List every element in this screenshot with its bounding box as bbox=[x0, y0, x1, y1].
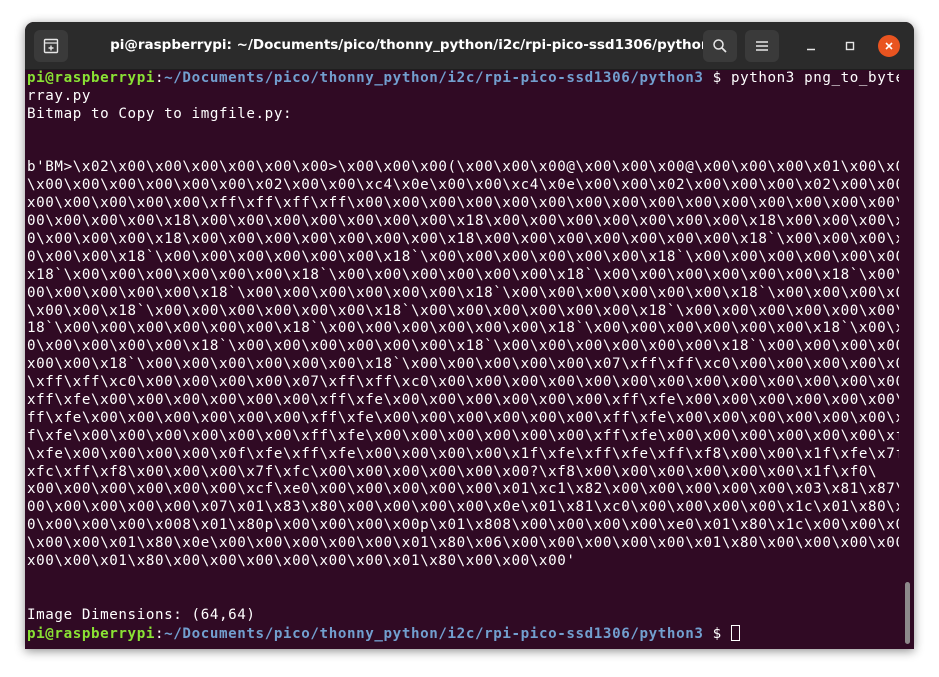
prompt-dollar: $ bbox=[703, 70, 731, 86]
title-bar[interactable]: pi@raspberrypi: ~/Documents/pico/thonny_… bbox=[25, 22, 914, 70]
output-line: 0\x00\x00\x00\x008\x01\x80p\x00\x00\x00\… bbox=[27, 517, 899, 534]
terminal-output[interactable]: pi@raspberrypi:~/Documents/pico/thonny_p… bbox=[27, 70, 899, 649]
output-line: b'BM>\x02\x00\x00\x00\x00\x00\x00>\x00\x… bbox=[27, 159, 899, 176]
hamburger-menu-icon bbox=[756, 41, 768, 51]
output-line: x00\x00\x00\x00\x00\xff\xff\xff\xff\x00\… bbox=[27, 195, 899, 212]
new-tab-icon bbox=[43, 38, 59, 54]
output-line: \x00\x00\x00\x00\x00\x00\x02\x00\x00\xc4… bbox=[27, 177, 899, 194]
close-icon bbox=[885, 42, 893, 50]
output-line: x00\x00\x01\x80\x00\x00\x00\x00\x00\x00\… bbox=[27, 553, 576, 570]
output-line: \xff\xff\xc0\x00\x00\x00\x00\x07\xff\xff… bbox=[27, 374, 899, 391]
new-tab-button[interactable] bbox=[34, 30, 68, 62]
output-line: 00\x00\x00\x00\x18\x00\x00\x00\x00\x00\x… bbox=[27, 213, 899, 230]
close-button[interactable] bbox=[878, 35, 900, 57]
output-line: \xfe\x00\x00\x00\x00\x0f\xfe\xff\xfe\x00… bbox=[27, 445, 899, 462]
output-line: ff\xfe\x00\x00\x00\x00\x00\x00\xff\xfe\x… bbox=[27, 409, 899, 426]
output-line: xfc\xff\xf8\x00\x00\x00\x7f\xfc\x00\x00\… bbox=[27, 463, 878, 480]
window-title: pi@raspberrypi: ~/Documents/pico/thonny_… bbox=[110, 37, 720, 53]
output-line: 0\x00\x00\x00\x00\x18`\x00\x00\x00\x00\x… bbox=[27, 338, 899, 355]
minimize-button[interactable] bbox=[800, 35, 822, 57]
prompt-line-1: pi@raspberrypi:~/Documents/pico/thonny_p… bbox=[27, 70, 899, 88]
search-button[interactable] bbox=[703, 30, 737, 62]
typed-command: python3 png_to_bytea bbox=[730, 70, 899, 86]
text-cursor[interactable] bbox=[730, 624, 740, 641]
output-line: \x00\x00\x01\x80\x0e\x00\x00\x00\x00\x00… bbox=[27, 535, 899, 552]
output-line: x18`\x00\x00\x00\x00\x00\x00\x18`\x00\x0… bbox=[27, 266, 899, 283]
image-dimensions-line: Image Dimensions: (64,64) bbox=[27, 606, 256, 623]
prompt-line-2: pi@raspberrypi:~/Documents/pico/thonny_p… bbox=[27, 624, 899, 643]
prompt-user: pi@raspberrypi bbox=[27, 625, 155, 642]
maximize-button[interactable] bbox=[839, 35, 861, 57]
output-line: f\xfe\x00\x00\x00\x00\x00\x00\xff\xfe\x0… bbox=[27, 427, 899, 444]
bitmap-label: Bitmap to Copy to imgfile.py: bbox=[27, 105, 293, 122]
menu-button[interactable] bbox=[745, 30, 779, 62]
output-line: xff\xfe\x00\x00\x00\x00\x00\x00\xff\xfe\… bbox=[27, 392, 899, 409]
terminal-window: pi@raspberrypi: ~/Documents/pico/thonny_… bbox=[25, 22, 914, 649]
output-line: 0\x00\x00\x18`\x00\x00\x00\x00\x00\x00\x… bbox=[27, 248, 899, 265]
prompt-separator: : bbox=[154, 70, 165, 86]
prompt-separator: : bbox=[154, 625, 165, 642]
command-wrap-line: rray.py bbox=[27, 87, 91, 104]
prompt-user: pi@raspberrypi bbox=[27, 70, 155, 86]
output-line: 18`\x00\x00\x00\x00\x00\x00\x18`\x00\x00… bbox=[27, 320, 899, 337]
prompt-path: ~/Documents/pico/thonny_python/i2c/rpi-p… bbox=[164, 625, 704, 642]
bytearray-output: b'BM>\x02\x00\x00\x00\x00\x00\x00>\x00\x… bbox=[27, 159, 899, 570]
scrollbar[interactable] bbox=[905, 582, 910, 644]
output-line: 0\x00\x00\x00\x18\x00\x00\x00\x00\x00\x0… bbox=[27, 231, 899, 248]
output-line: \x00\x00\x18`\x00\x00\x00\x00\x00\x00\x1… bbox=[27, 302, 899, 319]
output-line: 00\x00\x00\x00\x00\x07\x01\x83\x80\x00\x… bbox=[27, 499, 899, 516]
output-line: x00\x00\x18`\x00\x00\x00\x00\x00\x00\x18… bbox=[27, 356, 899, 373]
output-line: x00\x00\x00\x00\x00\x00\xcf\xe0\x00\x00\… bbox=[27, 481, 899, 498]
maximize-icon bbox=[845, 41, 855, 51]
prompt-path: ~/Documents/pico/thonny_python/i2c/rpi-p… bbox=[164, 70, 704, 86]
prompt-dollar: $ bbox=[703, 625, 731, 642]
minimize-icon bbox=[807, 48, 815, 51]
output-line: 00\x00\x00\x00\x00\x18`\x00\x00\x00\x00\… bbox=[27, 284, 899, 301]
search-icon bbox=[713, 39, 727, 53]
